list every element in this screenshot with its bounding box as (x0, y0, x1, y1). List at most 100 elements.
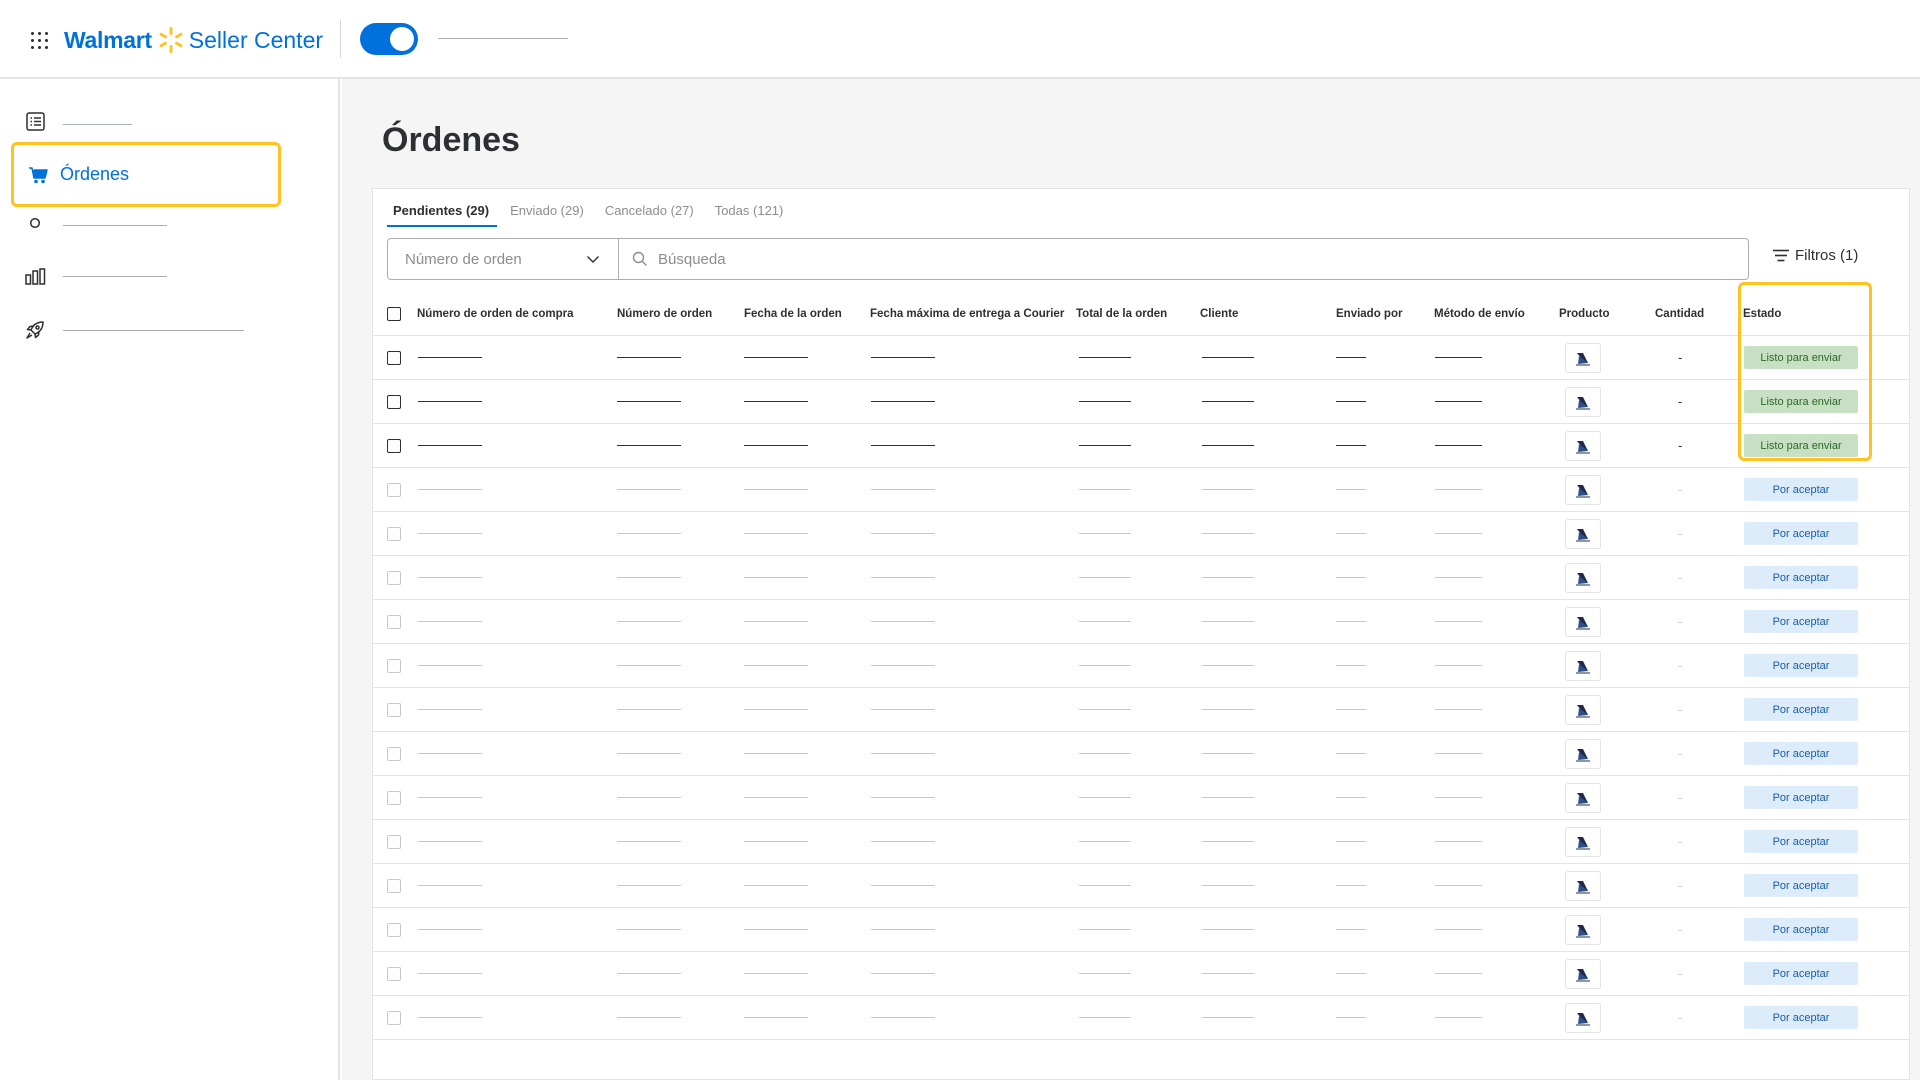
table-row[interactable]: - Por aceptar (373, 996, 1909, 1040)
sidebar-item-orders[interactable]: Órdenes (11, 142, 281, 207)
table-row[interactable]: - Por aceptar (373, 556, 1909, 600)
cell-placeholder (1079, 357, 1131, 358)
status-badge[interactable]: Por aceptar (1744, 874, 1858, 897)
product-thumbnail[interactable] (1565, 1003, 1601, 1033)
table-row[interactable]: - Por aceptar (373, 952, 1909, 996)
row-checkbox[interactable] (387, 791, 401, 805)
row-checkbox[interactable] (387, 615, 401, 629)
table-row[interactable]: - Por aceptar (373, 732, 1909, 776)
status-badge[interactable]: Listo para enviar (1744, 434, 1858, 457)
row-checkbox[interactable] (387, 395, 401, 409)
table-row[interactable]: - Por aceptar (373, 512, 1909, 556)
sidebar-item-dashboard[interactable] (24, 106, 46, 136)
select-all-checkbox[interactable] (387, 307, 401, 321)
row-checkbox[interactable] (387, 703, 401, 717)
row-checkbox[interactable] (387, 879, 401, 893)
brand-logo[interactable]: Walmart Seller Center (64, 24, 323, 56)
sidebar-item-analytics[interactable] (24, 261, 46, 291)
row-checkbox[interactable] (387, 923, 401, 937)
table-row[interactable]: - Por aceptar (373, 688, 1909, 732)
product-thumbnail[interactable] (1565, 651, 1601, 681)
header-toggle[interactable] (360, 23, 418, 55)
status-badge[interactable]: Por aceptar (1744, 1006, 1858, 1029)
status-badge[interactable]: Por aceptar (1744, 654, 1858, 677)
table-row[interactable]: - Listo para enviar (373, 336, 1909, 380)
column-header[interactable]: Número de orden de compra (417, 308, 574, 320)
product-thumbnail[interactable] (1565, 563, 1601, 593)
cell-placeholder (871, 709, 935, 710)
row-checkbox[interactable] (387, 659, 401, 673)
table-row[interactable]: - Por aceptar (373, 600, 1909, 644)
product-thumbnail[interactable] (1565, 827, 1601, 857)
status-badge[interactable]: Por aceptar (1744, 830, 1858, 853)
table-row[interactable]: - Por aceptar (373, 864, 1909, 908)
row-checkbox[interactable] (387, 483, 401, 497)
status-badge[interactable]: Por aceptar (1744, 742, 1858, 765)
column-header[interactable]: Fecha de la orden (744, 308, 842, 320)
column-header[interactable]: Cantidad (1655, 308, 1704, 320)
status-badge[interactable]: Por aceptar (1744, 918, 1858, 941)
sidebar-item-growth[interactable] (24, 315, 46, 345)
row-checkbox[interactable] (387, 1011, 401, 1025)
filters-button[interactable]: Filtros (1) (1773, 247, 1858, 264)
product-thumbnail[interactable] (1565, 783, 1601, 813)
status-badge[interactable]: Por aceptar (1744, 698, 1858, 721)
status-badge[interactable]: Por aceptar (1744, 478, 1858, 501)
column-header[interactable]: Enviado por (1336, 308, 1402, 320)
product-thumbnail[interactable] (1565, 695, 1601, 725)
product-image-icon (1576, 353, 1590, 366)
product-thumbnail[interactable] (1565, 519, 1601, 549)
table-row[interactable]: - Por aceptar (373, 644, 1909, 688)
status-badge[interactable]: Por aceptar (1744, 522, 1858, 545)
row-checkbox[interactable] (387, 835, 401, 849)
status-badge[interactable]: Listo para enviar (1744, 390, 1858, 413)
table-row[interactable]: - Por aceptar (373, 776, 1909, 820)
product-thumbnail[interactable] (1565, 431, 1601, 461)
row-checkbox[interactable] (387, 527, 401, 541)
product-thumbnail[interactable] (1565, 475, 1601, 505)
column-header[interactable]: Estado (1743, 308, 1781, 320)
tab-todas[interactable]: Todas (121) (709, 197, 792, 227)
order-number-select[interactable]: Número de orden (387, 238, 619, 280)
table-row[interactable]: - Listo para enviar (373, 380, 1909, 424)
tab-cancelado[interactable]: Cancelado (27) (599, 197, 702, 227)
column-header[interactable]: Número de orden (617, 308, 712, 320)
app-launcher-icon[interactable] (31, 32, 48, 49)
status-badge[interactable]: Listo para enviar (1744, 346, 1858, 369)
product-thumbnail[interactable] (1565, 739, 1601, 769)
product-thumbnail[interactable] (1565, 607, 1601, 637)
cell-placeholder (1435, 929, 1482, 930)
status-badge[interactable]: Por aceptar (1744, 566, 1858, 589)
tab-pendientes[interactable]: Pendientes (29) (387, 197, 498, 227)
cell-placeholder (1435, 797, 1482, 798)
product-thumbnail[interactable] (1565, 959, 1601, 989)
row-checkbox[interactable] (387, 571, 401, 585)
column-header[interactable]: Cliente (1200, 308, 1238, 320)
status-badge[interactable]: Por aceptar (1744, 786, 1858, 809)
column-header[interactable]: Fecha máxima de entrega a Courier (870, 308, 1064, 320)
row-checkbox[interactable] (387, 439, 401, 453)
row-checkbox[interactable] (387, 747, 401, 761)
cell-placeholder (617, 973, 681, 974)
cell-placeholder (1336, 357, 1366, 358)
table-row[interactable]: - Por aceptar (373, 468, 1909, 512)
row-checkbox[interactable] (387, 351, 401, 365)
product-thumbnail[interactable] (1565, 915, 1601, 945)
column-header[interactable]: Producto (1559, 308, 1609, 320)
column-header[interactable]: Método de envío (1434, 308, 1525, 320)
table-row[interactable]: - Listo para enviar (373, 424, 1909, 468)
product-thumbnail[interactable] (1565, 387, 1601, 417)
sidebar-item-circle[interactable] (24, 208, 46, 238)
row-checkbox[interactable] (387, 967, 401, 981)
cell-placeholder (1202, 709, 1254, 710)
product-thumbnail[interactable] (1565, 343, 1601, 373)
table-row[interactable]: - Por aceptar (373, 820, 1909, 864)
status-badge[interactable]: Por aceptar (1744, 610, 1858, 633)
product-thumbnail[interactable] (1565, 871, 1601, 901)
tab-enviado[interactable]: Enviado (29) (504, 197, 592, 227)
status-badge[interactable]: Por aceptar (1744, 962, 1858, 985)
search-input[interactable] (658, 250, 1658, 268)
search-field[interactable] (618, 238, 1749, 280)
column-header[interactable]: Total de la orden (1076, 308, 1167, 320)
table-row[interactable]: - Por aceptar (373, 908, 1909, 952)
